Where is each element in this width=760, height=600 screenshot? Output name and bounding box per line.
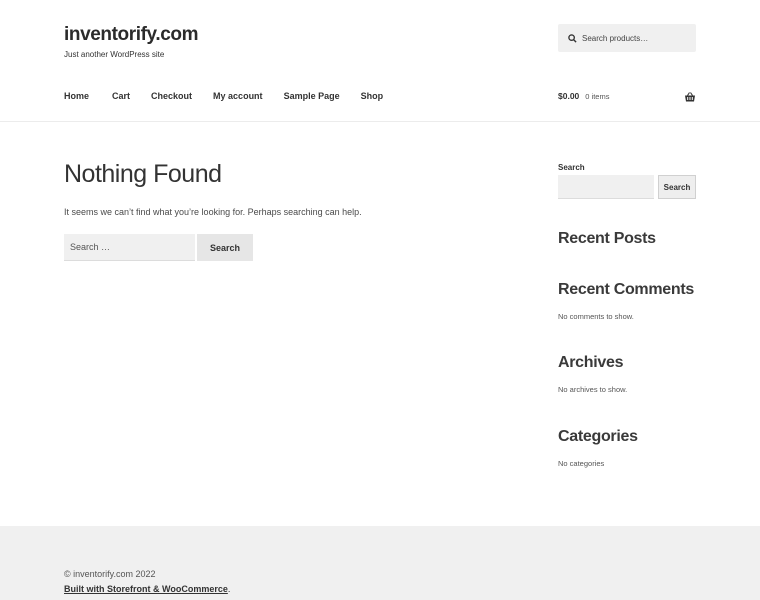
main-search-placeholder: Search … (70, 242, 111, 252)
built-with-text[interactable]: Built with Storefront & WooCommerce (64, 584, 228, 594)
nav-item-shop[interactable]: Shop (361, 91, 384, 101)
cart-amount: $0.00 (558, 91, 580, 101)
page-title: Nothing Found (64, 160, 222, 188)
search-icon (567, 33, 578, 44)
recent-comments-heading: Recent Comments (558, 281, 694, 298)
nav-item-checkout[interactable]: Checkout (151, 91, 192, 101)
nav-item-home[interactable]: Home (64, 91, 89, 101)
product-search-placeholder: Search products… (582, 33, 649, 43)
built-with-link[interactable]: Built with Storefront & WooCommerce. (64, 584, 230, 594)
not-found-message: It seems we can’t find what you’re looki… (64, 207, 362, 217)
copyright-text: © inventorify.com 2022 (64, 569, 156, 579)
nav-item-sample-page[interactable]: Sample Page (284, 91, 340, 101)
site-footer: © inventorify.com 2022 Built with Storef… (0, 526, 760, 600)
primary-navigation: Home Cart Checkout My account Sample Pag… (64, 91, 404, 101)
archives-heading: Archives (558, 354, 624, 371)
nav-item-my-account[interactable]: My account (213, 91, 263, 101)
site-header: inventorify.com Just another WordPress s… (0, 0, 760, 122)
built-with-period: . (227, 584, 231, 594)
product-search-field[interactable]: Search products… (558, 24, 696, 52)
main-search-button[interactable]: Search (197, 234, 253, 261)
sidebar-search-input[interactable] (558, 175, 654, 199)
categories-heading: Categories (558, 428, 638, 445)
header-cart[interactable]: $0.00 0 items (558, 90, 696, 102)
basket-icon[interactable] (684, 90, 696, 102)
nav-item-cart[interactable]: Cart (112, 91, 130, 101)
main-search-input[interactable]: Search … (64, 234, 195, 261)
no-archives-text: No archives to show. (558, 385, 628, 394)
sidebar-search-label: Search (558, 163, 585, 172)
recent-posts-heading: Recent Posts (558, 230, 656, 247)
cart-count: 0 items (585, 91, 610, 101)
no-comments-text: No comments to show. (558, 312, 634, 321)
site-title[interactable]: inventorify.com (64, 24, 198, 46)
site-description: Just another WordPress site (64, 50, 165, 59)
sidebar-search-button[interactable]: Search (658, 175, 696, 199)
no-categories-text: No categories (558, 459, 605, 468)
